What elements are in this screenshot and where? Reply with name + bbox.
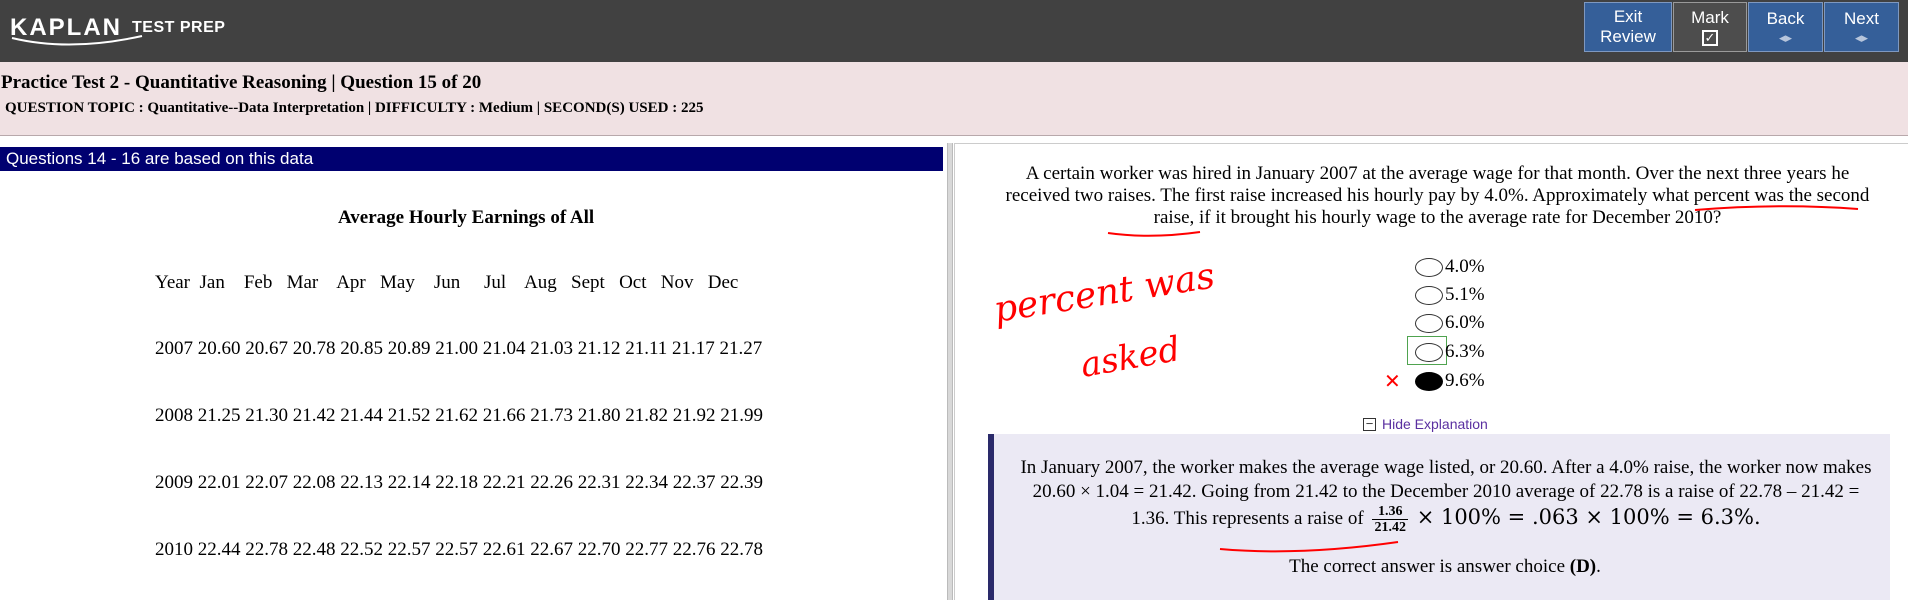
correct-answer-line: The correct answer is answer choice (D). — [994, 556, 1896, 578]
radio-button[interactable] — [1415, 285, 1443, 305]
collapse-icon: − — [1363, 417, 1376, 431]
table-row: 2009 22.01 22.07 22.08 22.13 22.14 22.18… — [155, 472, 763, 493]
top-toolbar: KAPLAN TEST PREP Exit Review Mark ✓ Back… — [0, 0, 1908, 62]
next-label: Next — [1844, 9, 1879, 28]
pane-splitter[interactable] — [947, 143, 953, 600]
exit-label-line1: Exit — [1613, 7, 1643, 26]
back-arrow-icon: ◂▸ — [1778, 30, 1793, 45]
answer-choice-d[interactable]: 6.3% — [1415, 339, 1485, 365]
explanation-box: In January 2007, the worker makes the av… — [988, 434, 1890, 600]
math-expression: × 100% = .063 × 100% = 6.3%. — [1416, 504, 1761, 529]
correct-answer-end: . — [1596, 556, 1601, 577]
table-header-row: Year Jan Feb Mar Apr May Jun Jul Aug Sep… — [155, 272, 739, 293]
table-row: 2007 20.60 20.67 20.78 20.85 20.89 21.00… — [155, 338, 763, 359]
next-button[interactable]: Next ◂▸ — [1824, 2, 1899, 52]
back-label: Back — [1766, 9, 1805, 28]
kaplan-logo: KAPLAN TEST PREP — [10, 6, 225, 50]
radio-button-selected[interactable] — [1415, 371, 1443, 391]
checkbox-icon: ✓ — [1702, 30, 1718, 46]
data-panel[interactable]: Questions 14 - 16 are based on this data… — [0, 147, 943, 600]
correct-answer-choice: (D) — [1569, 556, 1597, 577]
radio-button[interactable] — [1415, 257, 1443, 277]
incorrect-x-icon: ✕ — [1384, 371, 1401, 393]
choice-label: 6.3% — [1445, 341, 1485, 362]
table-title: Average Hourly Earnings of All — [338, 207, 595, 228]
fraction-denominator: 21.42 — [1374, 520, 1406, 535]
question-header: Practice Test 2 - Quantitative Reasoning… — [0, 62, 1908, 136]
choice-label: 5.1% — [1445, 284, 1485, 305]
fraction: 1.36 21.42 — [1372, 504, 1408, 535]
data-panel-header: Questions 14 - 16 are based on this data — [0, 147, 943, 171]
radio-button[interactable] — [1415, 342, 1443, 362]
choice-label: 4.0% — [1445, 256, 1485, 277]
correct-answer-text: The correct answer is answer choice — [1289, 556, 1565, 577]
answer-choice-c[interactable]: 6.0% — [1415, 310, 1485, 336]
exit-review-button[interactable]: Exit Review — [1584, 2, 1672, 52]
explanation-text: In January 2007, the worker makes the av… — [1016, 456, 1876, 535]
hide-explanation-label: Hide Explanation — [1382, 416, 1488, 432]
mark-label: Mark — [1691, 8, 1729, 27]
answer-choice-b[interactable]: 5.1% — [1415, 282, 1485, 308]
hide-explanation-toggle[interactable]: − Hide Explanation — [1363, 416, 1488, 432]
next-arrow-icon: ◂▸ — [1854, 30, 1869, 45]
logo-subtext: TEST PREP — [132, 19, 226, 36]
choice-label: 6.0% — [1445, 312, 1485, 333]
exit-label-line2: Review — [1600, 27, 1656, 46]
back-button[interactable]: Back ◂▸ — [1748, 2, 1823, 52]
answer-choice-a[interactable]: 4.0% — [1415, 254, 1485, 280]
choice-label: 9.6% — [1445, 370, 1485, 391]
table-row: 2008 21.25 21.30 21.42 21.44 21.52 21.62… — [155, 405, 763, 426]
question-stem: A certain worker was hired in January 20… — [1005, 163, 1870, 228]
radio-button[interactable] — [1415, 313, 1443, 333]
mark-button[interactable]: Mark ✓ — [1673, 2, 1747, 52]
fraction-numerator: 1.36 — [1372, 504, 1408, 520]
answer-choice-e[interactable]: 9.6% — [1415, 368, 1485, 394]
test-title: Practice Test 2 - Quantitative Reasoning… — [1, 72, 482, 93]
question-topic-line: QUESTION TOPIC : Quantitative--Data Inte… — [5, 100, 704, 116]
table-row: 2010 22.44 22.78 22.48 22.52 22.57 22.57… — [155, 539, 763, 560]
logo-swoosh-icon — [11, 35, 143, 46]
